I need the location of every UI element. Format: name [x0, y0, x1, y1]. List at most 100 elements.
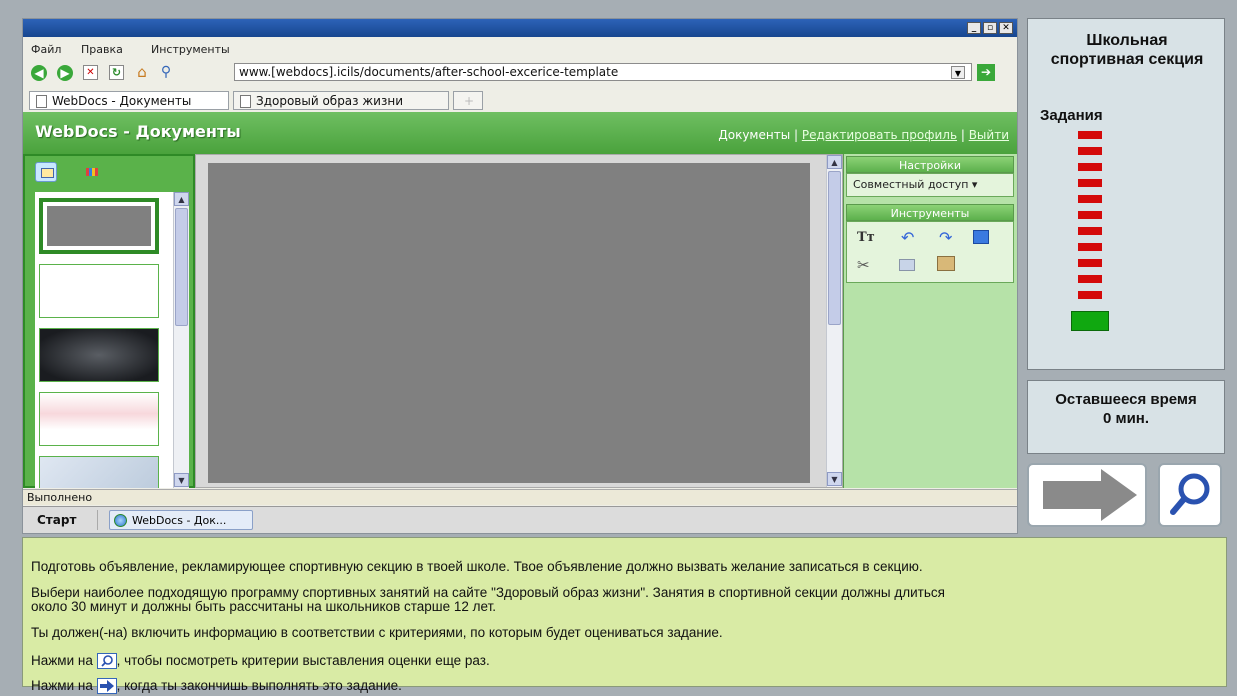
next-arrow-icon: [96, 678, 117, 695]
time-panel: Оставшееся время 0 мин.: [1027, 380, 1225, 454]
scroll-thumb[interactable]: [828, 171, 841, 325]
app-title: WebDocs - Документы: [35, 122, 241, 141]
task-marker-remaining: [1078, 259, 1102, 267]
refresh-slide-icon[interactable]: [973, 230, 989, 244]
taskbar-divider: [97, 510, 98, 530]
scroll-up-icon[interactable]: ▲: [827, 155, 842, 169]
close-window-button[interactable]: ✕: [999, 22, 1013, 34]
browser-icon: [114, 514, 127, 527]
undo-icon[interactable]: ↶: [901, 228, 914, 247]
slide-thumbnail[interactable]: [39, 264, 159, 318]
header-links: Документы | Редактировать профиль | Выйт…: [718, 128, 1009, 142]
new-tab-button[interactable]: +: [453, 91, 483, 110]
tools-header: Инструменты: [846, 204, 1014, 221]
status-bar: Выполнено: [23, 489, 1017, 505]
task-marker-remaining: [1078, 131, 1102, 139]
instruction-4: Нажми на , чтобы посмотреть критерии выс…: [31, 653, 490, 670]
logout-link[interactable]: Выйти: [969, 128, 1009, 142]
text-format-icon[interactable]: Tт: [857, 230, 875, 245]
home-icon[interactable]: ⌂: [133, 63, 151, 81]
share-dropdown[interactable]: Совместный доступ ▾: [846, 173, 1014, 197]
tab-webdocs[interactable]: WebDocs - Документы: [29, 91, 229, 110]
criteria-button[interactable]: [1158, 463, 1222, 527]
menu-bar: Файл Правка Инструменты: [23, 39, 1017, 57]
start-button[interactable]: Старт: [37, 513, 76, 527]
task-panel: Школьная спортивная секция Задания: [1027, 18, 1225, 370]
scroll-down-icon[interactable]: ▼: [174, 473, 189, 487]
copy-icon[interactable]: [899, 259, 915, 271]
tools-panel: Настройки Совместный доступ ▾ Инструмент…: [843, 154, 1017, 488]
scroll-down-icon[interactable]: ▼: [827, 472, 842, 486]
chevron-down-icon[interactable]: ▼: [951, 66, 965, 79]
menu-edit[interactable]: Правка: [81, 43, 123, 56]
remaining-time-label: Оставшееся время: [1055, 391, 1197, 408]
slide-canvas[interactable]: [208, 163, 810, 483]
documents-link[interactable]: Документы: [718, 128, 790, 142]
slides-panel: ▲ ▼: [23, 154, 195, 488]
thumbnail-list: ▲ ▼: [35, 192, 189, 488]
search-icon[interactable]: ⚲: [157, 63, 175, 81]
instruction-5-pre: Нажми на: [31, 678, 93, 693]
address-bar[interactable]: www.[webdocs].icils/documents/after-scho…: [234, 63, 972, 81]
task-marker-remaining: [1078, 227, 1102, 235]
cut-icon[interactable]: ✂: [857, 256, 870, 274]
menu-tools[interactable]: Инструменты: [151, 43, 230, 56]
task-marker-remaining: [1078, 243, 1102, 251]
redo-icon[interactable]: ↷: [939, 228, 952, 247]
remaining-time-value: 0 мин.: [1102, 410, 1150, 427]
minimize-button[interactable]: _: [967, 22, 981, 34]
next-button[interactable]: [1027, 463, 1147, 527]
magnifier-icon: [1170, 473, 1210, 515]
page-icon: [240, 95, 251, 108]
taskbar: Старт WebDocs - Док...: [23, 506, 1017, 533]
tab-label: WebDocs - Документы: [52, 94, 192, 108]
task-title: Школьная спортивная секция: [1050, 32, 1204, 68]
slide-thumbnail[interactable]: [39, 328, 159, 382]
instruction-5-post: , когда ты закончишь выполнять это задан…: [116, 678, 402, 693]
instructions-panel: Подготовь объявление, рекламирующее спор…: [22, 537, 1227, 695]
refresh-icon[interactable]: ↻: [109, 65, 124, 80]
navigation-bar: ◀ ▶ ✕ ↻ ⌂ ⚲ www.[webdocs].icils/document…: [23, 59, 1017, 85]
instruction-2a: Выбери наиболее подходящую программу спо…: [31, 585, 945, 600]
taskbar-item-label: WebDocs - Док...: [132, 514, 227, 527]
slide-thumbnail[interactable]: [39, 456, 159, 488]
slide-view-icon[interactable]: [35, 162, 57, 182]
webdocs-header: WebDocs - Документы Документы | Редактир…: [23, 112, 1017, 154]
thumbnails-scrollbar[interactable]: ▲ ▼: [173, 192, 189, 488]
instruction-4-post: , чтобы посмотреть критерии выставления …: [116, 653, 490, 668]
task-marker-remaining: [1078, 163, 1102, 171]
instruction-5: Нажми на , когда ты закончишь выполнять …: [31, 678, 402, 695]
task-marker-remaining: [1078, 179, 1102, 187]
browser-window: _ ▫ ✕ Файл Правка Инструменты ◀ ▶ ✕ ↻ ⌂ …: [22, 18, 1018, 534]
scroll-up-icon[interactable]: ▲: [174, 192, 189, 206]
instruction-1: Подготовь объявление, рекламирующее спор…: [31, 559, 923, 574]
go-button[interactable]: ➔: [977, 64, 995, 81]
task-marker-remaining: [1078, 291, 1102, 299]
settings-header: Настройки: [846, 156, 1014, 173]
instruction-4-pre: Нажми на: [31, 653, 93, 668]
canvas-scrollbar[interactable]: ▲ ▼: [826, 155, 842, 487]
maximize-button[interactable]: ▫: [983, 22, 997, 34]
scroll-thumb[interactable]: [175, 208, 188, 326]
task-marker-remaining: [1078, 147, 1102, 155]
back-icon[interactable]: ◀: [31, 65, 47, 81]
task-marker-remaining: [1078, 211, 1102, 219]
tools-box: Tт ↶ ↷ ✂: [846, 221, 1014, 283]
menu-file[interactable]: Файл: [31, 43, 61, 56]
magnifier-icon: [96, 653, 117, 670]
tab-label: Здоровый образ жизни: [256, 94, 403, 108]
grid-view-icon[interactable]: [81, 162, 103, 182]
instruction-3: Ты должен(-на) включить информацию в соо…: [31, 625, 723, 640]
stop-icon[interactable]: ✕: [83, 65, 98, 80]
edit-profile-link[interactable]: Редактировать профиль: [802, 128, 957, 142]
tab-healthy-lifestyle[interactable]: Здоровый образ жизни: [233, 91, 449, 110]
slide-thumbnail[interactable]: [39, 198, 159, 254]
page-icon: [36, 95, 47, 108]
instruction-2b: около 30 минут и должны быть рассчитаны …: [31, 599, 497, 614]
slide-thumbnail[interactable]: [39, 392, 159, 446]
task-marker-current: [1071, 311, 1109, 331]
paste-icon[interactable]: [937, 256, 955, 271]
taskbar-item-webdocs[interactable]: WebDocs - Док...: [109, 510, 253, 530]
task-marker-remaining: [1078, 195, 1102, 203]
forward-icon[interactable]: ▶: [57, 65, 73, 81]
